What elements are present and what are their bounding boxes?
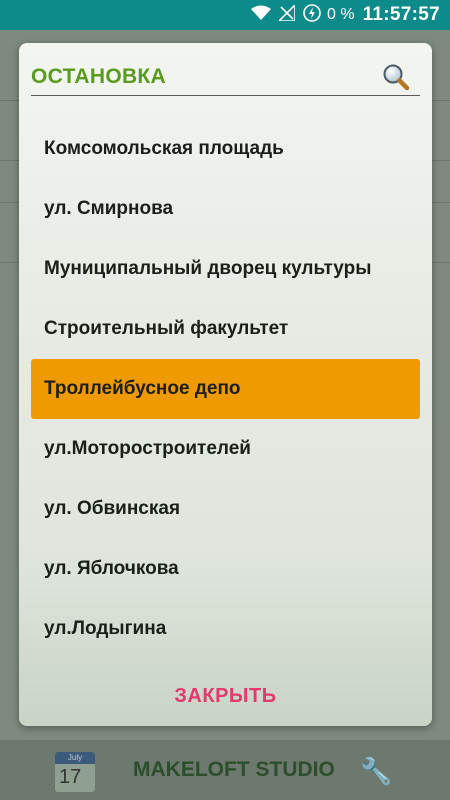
close-button[interactable]: ЗАКРЫТЬ: [19, 685, 432, 708]
stop-item[interactable]: Строительный факультет: [31, 299, 420, 359]
stop-item[interactable]: Троллейбусное депо: [31, 359, 420, 419]
status-bar: 0 % 11:57:57: [0, 0, 450, 30]
stop-item[interactable]: ул. Обвинская: [31, 479, 420, 539]
stop-item[interactable]: ул. Яблочкова: [31, 539, 420, 599]
calendar-day: 17: [59, 766, 82, 788]
dialog-title: ОСТАНОВКА: [31, 65, 166, 88]
search-icon[interactable]: [382, 63, 410, 91]
stop-list: Комсомольская площадь ул. Смирнова Муницип…: [31, 119, 420, 659]
stop-item[interactable]: ул.Лодыгина: [31, 599, 420, 659]
brand-label: MAKELOFT STUDIO: [133, 758, 335, 781]
no-signal-icon: [277, 2, 296, 26]
wrench-icon[interactable]: 🔧: [360, 756, 392, 787]
stop-item[interactable]: ул. Смирнова: [31, 179, 420, 239]
clock: 11:57:57: [362, 4, 440, 25]
wifi-icon: [251, 5, 271, 26]
battery-saver-icon: [303, 3, 321, 27]
battery-percent: 0 %: [327, 6, 355, 23]
stop-picker-dialog: ОСТАНОВКА Комсомольская площадь ул. Смирн…: [19, 43, 432, 726]
stop-item[interactable]: Муниципальный дворец культуры: [31, 239, 420, 299]
calendar-month: July: [55, 752, 95, 764]
dialog-header: ОСТАНОВКА: [31, 57, 420, 96]
stop-item[interactable]: Комсомольская площадь: [31, 119, 420, 179]
stop-item[interactable]: ул.Моторостроителей: [31, 419, 420, 479]
calendar-icon[interactable]: July 17: [55, 752, 95, 792]
